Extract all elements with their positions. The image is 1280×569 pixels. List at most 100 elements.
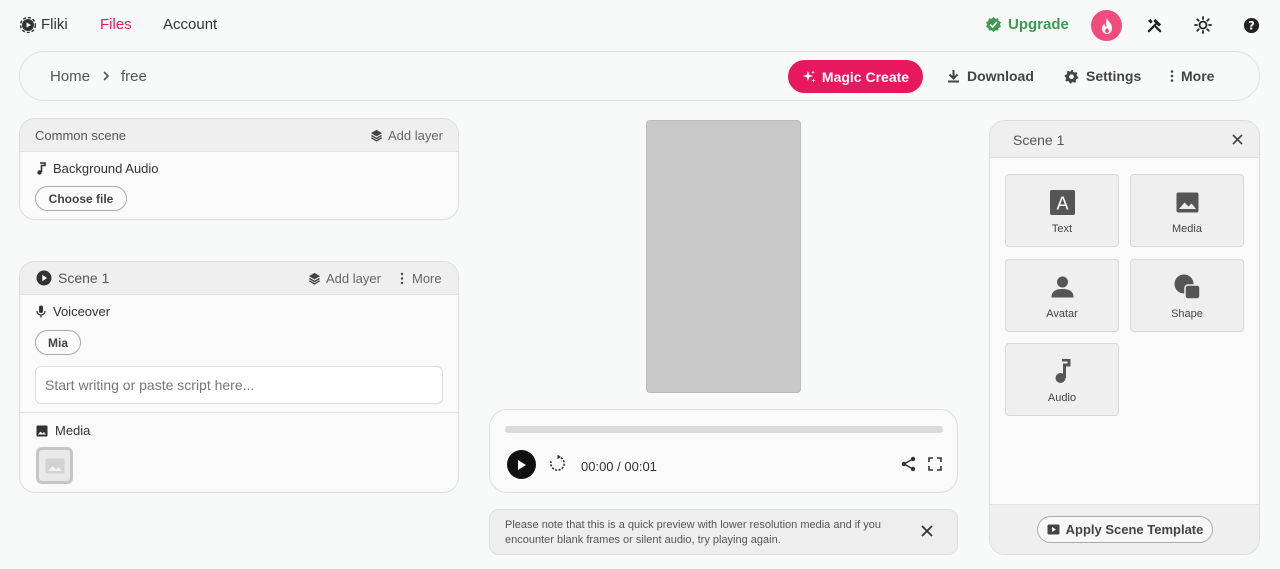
time-display: 00:00 / 00:01 <box>581 459 657 474</box>
settings-button[interactable]: Settings <box>1064 68 1141 84</box>
close-icon <box>1232 134 1243 145</box>
scene-title[interactable]: Scene 1 <box>36 270 109 286</box>
media-section: Media <box>36 423 90 438</box>
close-panel-button[interactable] <box>1232 134 1243 145</box>
top-nav: Fliki Files Account Upgrade ? <box>0 0 1280 50</box>
voice-selector-button[interactable]: Mia <box>35 330 81 355</box>
player-controls: 00:00 / 00:01 <box>489 409 958 493</box>
choose-file-button[interactable]: Choose file <box>35 186 127 211</box>
tile-label: Text <box>1051 223 1073 235</box>
music-note-icon <box>36 162 46 175</box>
svg-text:A: A <box>1056 193 1069 214</box>
common-add-layer-label: Add layer <box>388 128 443 143</box>
apply-scene-template-button[interactable]: Apply Scene Template <box>1037 516 1213 543</box>
add-audio-tile[interactable]: Audio <box>1005 343 1119 416</box>
image-icon <box>1176 189 1199 215</box>
editor-toolbar: Home free Magic Create Download Settings… <box>19 51 1260 101</box>
breadcrumb-home[interactable]: Home <box>50 68 90 85</box>
microphone-icon <box>36 305 46 318</box>
progress-bar[interactable] <box>505 426 943 433</box>
common-scene-title: Common scene <box>35 128 126 143</box>
person-icon <box>1051 274 1074 300</box>
fullscreen-button[interactable] <box>928 457 942 471</box>
nav-files-link[interactable]: Files <box>100 16 132 33</box>
add-shape-tile[interactable]: Shape <box>1130 259 1244 332</box>
sun-icon <box>1194 16 1212 34</box>
play-icon <box>516 459 527 471</box>
layers-icon <box>370 129 383 142</box>
scene-add-layer-label: Add layer <box>326 271 381 286</box>
streak-button[interactable] <box>1091 10 1122 41</box>
svg-text:?: ? <box>1248 18 1255 32</box>
more-vertical-icon <box>1170 69 1174 83</box>
layers-panel: Scene 1 A Text Media Avatar Shape Audio <box>989 120 1260 555</box>
layers-icon <box>308 272 321 285</box>
share-icon <box>901 456 916 472</box>
upgrade-link[interactable]: Upgrade <box>985 16 1069 33</box>
media-thumbnail[interactable] <box>36 447 73 484</box>
layers-panel-header: Scene 1 <box>990 121 1259 158</box>
add-text-tile[interactable]: A Text <box>1005 174 1119 247</box>
notice-text: Please note that this is a quick preview… <box>505 519 882 546</box>
brand-name: Fliki <box>41 16 68 33</box>
download-button[interactable]: Download <box>947 68 1034 84</box>
background-audio-section: Background Audio <box>36 161 159 176</box>
tile-label: Audio <box>1047 392 1077 404</box>
add-media-tile[interactable]: Media <box>1130 174 1244 247</box>
close-notice-button[interactable] <box>921 525 933 537</box>
video-template-icon <box>1047 524 1060 535</box>
layers-panel-title: Scene 1 <box>1013 132 1065 148</box>
voiceover-section: Voiceover <box>36 304 110 319</box>
close-icon <box>921 525 933 537</box>
preview-notice: Please note that this is a quick preview… <box>489 509 958 555</box>
section-divider <box>20 412 458 413</box>
background-audio-label: Background Audio <box>53 161 159 176</box>
media-label: Media <box>55 423 91 438</box>
replay-icon <box>550 454 565 471</box>
brand-logo[interactable]: Fliki <box>20 16 68 33</box>
scene-more-button[interactable]: More <box>400 271 442 286</box>
theme-toggle-button[interactable] <box>1194 16 1212 34</box>
image-placeholder-icon <box>45 458 65 474</box>
tools-button[interactable] <box>1145 16 1163 34</box>
scene-title-text: Scene 1 <box>58 270 110 286</box>
share-button[interactable] <box>901 456 916 472</box>
fliki-logo-icon <box>20 16 36 33</box>
help-icon: ? <box>1243 17 1260 34</box>
common-scene-header: Common scene Add layer <box>20 119 458 152</box>
more-vertical-icon <box>400 272 404 285</box>
gear-icon <box>1064 69 1079 84</box>
magic-create-label: Magic Create <box>821 68 910 85</box>
script-input[interactable] <box>35 366 443 404</box>
apply-template-label: Apply Scene Template <box>1065 522 1204 537</box>
flame-icon <box>1099 17 1115 35</box>
scene-more-label: More <box>412 271 442 286</box>
download-icon <box>947 69 960 83</box>
scene-add-layer-button[interactable]: Add layer <box>308 271 381 286</box>
video-preview[interactable] <box>646 120 801 393</box>
nav-account-link[interactable]: Account <box>163 16 217 33</box>
breadcrumb-current[interactable]: free <box>121 68 147 85</box>
replay-button[interactable] <box>548 454 567 473</box>
add-avatar-tile[interactable]: Avatar <box>1005 259 1119 332</box>
scene-header: Scene 1 Add layer More <box>20 262 458 295</box>
tools-icon <box>1146 17 1163 34</box>
tile-label: Shape <box>1171 308 1203 320</box>
common-add-layer-button[interactable]: Add layer <box>370 128 443 143</box>
shape-icon <box>1174 274 1201 300</box>
scene-panel: Scene 1 Add layer More Voiceover Mia Med… <box>19 261 459 493</box>
voiceover-label: Voiceover <box>53 304 111 319</box>
more-button[interactable]: More <box>1170 68 1214 84</box>
help-button[interactable]: ? <box>1242 16 1260 34</box>
fullscreen-icon <box>928 457 942 471</box>
tile-label: Avatar <box>1046 308 1078 320</box>
sparkle-icon <box>802 70 816 84</box>
play-button[interactable] <box>507 450 536 479</box>
common-scene-title-text: Common scene <box>35 128 127 143</box>
tile-label: Media <box>1172 223 1202 235</box>
magic-create-button[interactable]: Magic Create <box>788 60 923 93</box>
download-label: Download <box>967 68 1034 84</box>
play-circle-icon <box>36 270 52 286</box>
more-label: More <box>1181 68 1215 84</box>
upgrade-label: Upgrade <box>1008 16 1069 33</box>
